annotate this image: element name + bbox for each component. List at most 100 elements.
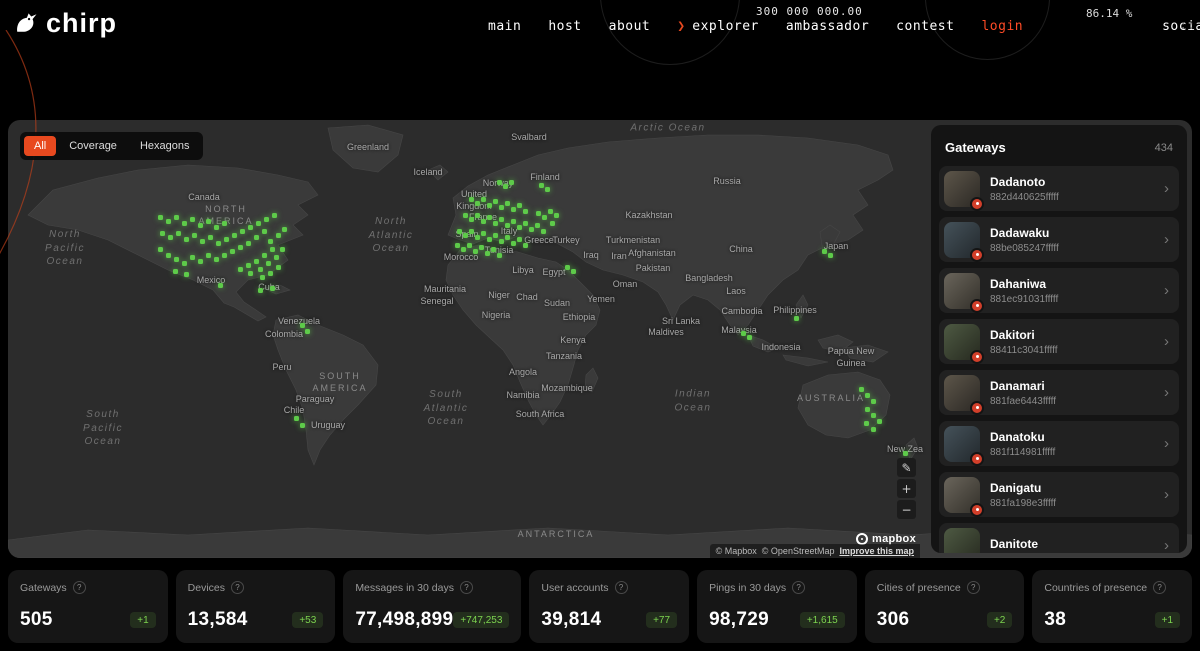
nav-item[interactable]: contest [896, 19, 954, 34]
gateway-dot[interactable] [208, 235, 213, 240]
gateway-dot[interactable] [214, 257, 219, 262]
gateway-dot[interactable] [190, 255, 195, 260]
gateway-dot[interactable] [469, 217, 474, 222]
gateway-dot[interactable] [535, 223, 540, 228]
gateway-dot[interactable] [491, 247, 496, 252]
gateway-dot[interactable] [270, 286, 275, 291]
gateway-dot[interactable] [463, 213, 468, 218]
gateway-dot[interactable] [166, 253, 171, 258]
gateway-dot[interactable] [254, 235, 259, 240]
gateway-dot[interactable] [184, 272, 189, 277]
gateway-dot[interactable] [473, 249, 478, 254]
help-icon[interactable] [73, 581, 86, 594]
gateway-dot[interactable] [182, 221, 187, 226]
gateway-dot[interactable] [499, 239, 504, 244]
gateway-dot[interactable] [487, 237, 492, 242]
attribution-mapbox[interactable]: © Mapbox [716, 546, 757, 556]
gateway-dot[interactable] [266, 261, 271, 266]
gateway-dot[interactable] [198, 259, 203, 264]
gateway-dot[interactable] [222, 253, 227, 258]
gateway-dot[interactable] [176, 231, 181, 236]
gateway-list-item[interactable]: Danamari 881fae6443fffff [939, 370, 1179, 415]
world-map[interactable]: Arctic Ocean North Atlantic Ocean North … [8, 120, 1192, 558]
gateway-dot[interactable] [276, 265, 281, 270]
gateway-dot[interactable] [246, 263, 251, 268]
gateway-dot[interactable] [174, 215, 179, 220]
gateway-dot[interactable] [529, 227, 534, 232]
gateway-dot[interactable] [741, 331, 746, 336]
gateway-dot[interactable] [300, 423, 305, 428]
gateway-dot[interactable] [262, 253, 267, 258]
gateway-dot[interactable] [258, 288, 263, 293]
menu-dots-handle[interactable]: :: [1180, 18, 1196, 32]
gateway-dot[interactable] [173, 269, 178, 274]
gateway-dot[interactable] [192, 233, 197, 238]
help-icon[interactable] [615, 581, 628, 594]
gateway-dot[interactable] [294, 416, 299, 421]
map-filter-button[interactable]: Hexagons [130, 136, 200, 156]
gateway-dot[interactable] [198, 223, 203, 228]
gateway-dot[interactable] [550, 221, 555, 226]
gateway-dot[interactable] [541, 229, 546, 234]
gateway-dot[interactable] [216, 241, 221, 246]
gateway-dot[interactable] [475, 213, 480, 218]
gateway-list-item[interactable]: Dadanoto 882d440625fffff [939, 166, 1179, 211]
gateway-dot[interactable] [222, 221, 227, 226]
gateway-list-item[interactable]: Dakitori 88411c3041fffff [939, 319, 1179, 364]
gateway-dot[interactable] [174, 257, 179, 262]
nav-item[interactable]: main [488, 19, 521, 34]
gateway-dot[interactable] [499, 217, 504, 222]
draw-tool-button[interactable]: ✎ [897, 458, 916, 477]
gateway-dot[interactable] [822, 249, 827, 254]
gateway-dot[interactable] [554, 213, 559, 218]
gateway-dot[interactable] [865, 393, 870, 398]
nav-item[interactable]: login [981, 19, 1023, 34]
gateway-dot[interactable] [871, 413, 876, 418]
gateway-dot[interactable] [517, 237, 522, 242]
gateway-dot[interactable] [517, 225, 522, 230]
help-icon[interactable] [460, 581, 473, 594]
gateway-dot[interactable] [272, 213, 277, 218]
gateway-dot[interactable] [469, 229, 474, 234]
gateway-dot[interactable] [903, 451, 908, 456]
gateway-dot[interactable] [457, 229, 462, 234]
zoom-out-button[interactable]: − [897, 500, 916, 519]
gateway-dot[interactable] [475, 235, 480, 240]
gateway-dot[interactable] [505, 201, 510, 206]
gateway-dot[interactable] [258, 267, 263, 272]
gateway-dot[interactable] [794, 316, 799, 321]
gateway-list-item[interactable]: Dahaniwa 881ec91031fffff [939, 268, 1179, 313]
gateway-dot[interactable] [503, 184, 508, 189]
gateway-dot[interactable] [262, 229, 267, 234]
gateway-dot[interactable] [536, 211, 541, 216]
gateway-dot[interactable] [240, 229, 245, 234]
gateway-dot[interactable] [268, 239, 273, 244]
gateway-dot[interactable] [218, 283, 223, 288]
gateway-list-item[interactable]: Danigatu 881fa198e3fffff [939, 472, 1179, 517]
gateway-dot[interactable] [224, 237, 229, 242]
gateway-dot[interactable] [877, 419, 882, 424]
gateway-dot[interactable] [280, 247, 285, 252]
map-filter-button[interactable]: Coverage [59, 136, 127, 156]
help-icon[interactable] [967, 581, 980, 594]
gateway-dot[interactable] [523, 221, 528, 226]
gateway-dot[interactable] [517, 203, 522, 208]
gateway-dot[interactable] [461, 247, 466, 252]
gateway-dot[interactable] [276, 233, 281, 238]
gateway-dot[interactable] [481, 219, 486, 224]
gateway-dot[interactable] [565, 265, 570, 270]
gateway-dot[interactable] [539, 183, 544, 188]
gateway-list-item[interactable]: Danatoku 881f114981fffff [939, 421, 1179, 466]
improve-map-link[interactable]: Improve this map [839, 546, 914, 556]
help-icon[interactable] [1153, 581, 1166, 594]
gateway-dot[interactable] [246, 241, 251, 246]
gateway-dot[interactable] [248, 271, 253, 276]
nav-item[interactable]: about [609, 19, 651, 34]
gateway-dot[interactable] [511, 241, 516, 246]
gateway-dot[interactable] [871, 399, 876, 404]
gateway-dot[interactable] [469, 197, 474, 202]
map-filter-button[interactable]: All [24, 136, 56, 156]
gateway-dot[interactable] [274, 255, 279, 260]
nav-item[interactable]: host [548, 19, 581, 34]
gateway-dot[interactable] [523, 209, 528, 214]
